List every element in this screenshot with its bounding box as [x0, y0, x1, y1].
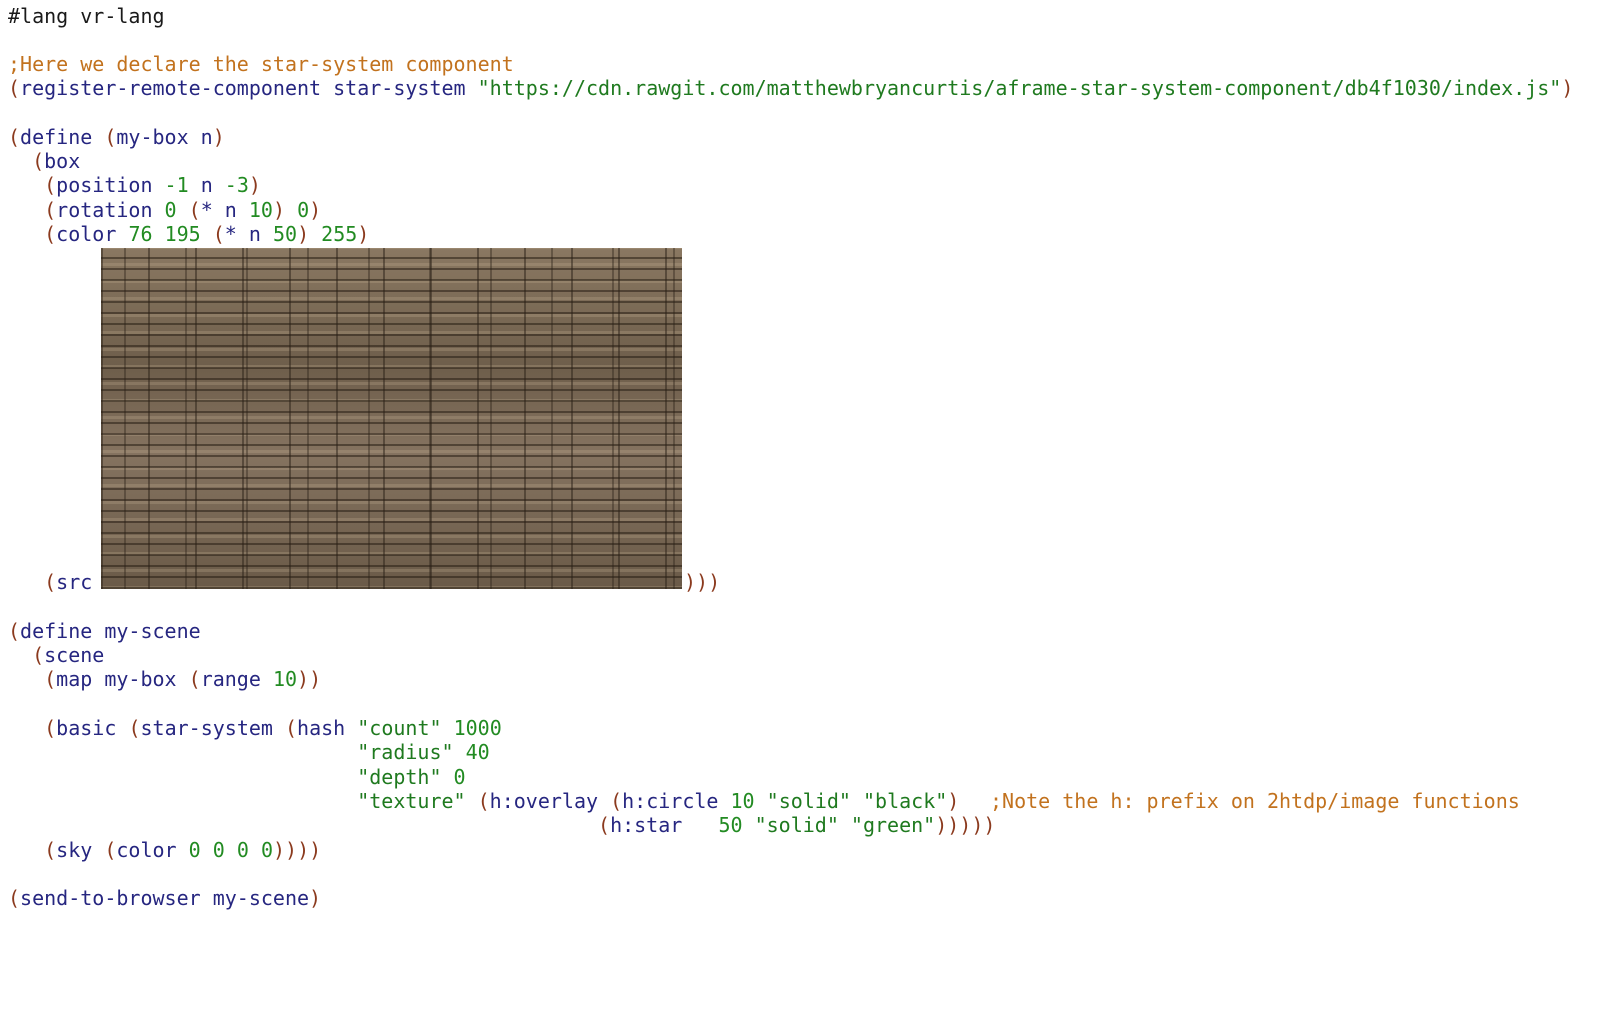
lang-line: #lang vr-lang [8, 4, 165, 28]
sky-g: 0 [212, 838, 225, 862]
depth-line: "depth" 0 [8, 765, 466, 789]
sky-r: 0 [188, 838, 201, 862]
map-keyword: map [56, 667, 93, 691]
multiply-op: * [200, 198, 213, 222]
sky-a: 0 [260, 838, 273, 862]
position-keyword: position [56, 173, 153, 197]
color-keyword: color [56, 222, 117, 246]
send-line: (send-to-browser my-scene) [8, 886, 322, 910]
send-keyword: send-to-browser [20, 886, 201, 910]
note-comment-line: ;Note the h: prefix on 2htdp/image funct… [990, 789, 1520, 813]
count-value: 1000 [453, 716, 502, 740]
range-n: 10 [272, 667, 298, 691]
star-fn: h:star [610, 813, 683, 837]
circle-fn: h:circle [622, 789, 719, 813]
rotation-n: n [224, 198, 237, 222]
rotation-factor: 10 [248, 198, 273, 222]
depth-value: 0 [453, 765, 466, 789]
basic-line: (basic (star-system (hash "count" 1000 [44, 716, 502, 740]
sky-line: (sky (color 0 0 0 0)))) [44, 838, 322, 862]
circle-size: 10 [730, 789, 755, 813]
src-line: (src [44, 570, 93, 594]
comment-text: ;Here we declare the star-system compone… [8, 52, 514, 76]
component-url: "https://cdn.rawgit.com/matthewbryancurt… [477, 76, 1562, 100]
sky-keyword: sky [56, 838, 93, 862]
box-keyword: box [44, 149, 81, 173]
rotation-keyword: rotation [56, 198, 153, 222]
circle-mode: "solid" [766, 789, 851, 813]
define-keyword: define [20, 125, 93, 149]
src-close-parens: ))) [684, 570, 721, 594]
map-fn: my-box [104, 667, 177, 691]
star-line: (h:star 50 "solid" "green"))))) [598, 813, 996, 837]
star-color: "green" [850, 813, 936, 837]
position-y: n [200, 173, 213, 197]
count-key: "count" [357, 716, 442, 740]
comment-line: ;Here we declare the star-system compone… [8, 52, 514, 76]
color-n: n [248, 222, 261, 246]
rotation-line: (rotation 0 (* n 10) 0) [44, 198, 322, 222]
scene-keyword: scene [44, 643, 105, 667]
star-size: 50 [718, 813, 743, 837]
star-mode: "solid" [754, 813, 839, 837]
rotation-x: 0 [164, 198, 177, 222]
texture-key: "texture" [357, 789, 466, 813]
position-x: -1 [164, 173, 189, 197]
radius-key: "radius" [357, 740, 454, 764]
color-line: (color 76 195 (* n 50) 255) [44, 222, 370, 246]
lang-declaration: #lang vr-lang [8, 4, 165, 28]
stone-wall-texture-image [101, 248, 682, 589]
star-system-call: star-system [140, 716, 273, 740]
texture-line: "texture" (h:overlay (h:circle 10 "solid… [357, 789, 960, 813]
color-r: 76 [128, 222, 153, 246]
basic-keyword: basic [56, 716, 117, 740]
color-a: 255 [321, 222, 358, 246]
radius-line: "radius" 40 [8, 740, 490, 764]
radius-value: 40 [465, 740, 490, 764]
sky-color-keyword: color [116, 838, 177, 862]
circle-color: "black" [863, 789, 948, 813]
color-factor: 50 [272, 222, 298, 246]
define-signature: my-box n [116, 125, 213, 149]
position-line: (position -1 n -3) [44, 173, 261, 197]
register-line: (register-remote-component star-system "… [8, 76, 1574, 100]
overlay-fn: h:overlay [489, 789, 599, 813]
hash-keyword: hash [297, 716, 346, 740]
box-line: (box [32, 149, 81, 173]
code-editor[interactable]: #lang vr-lang ;Here we declare the star-… [0, 0, 1608, 942]
define-box-line: (define (my-box n) [8, 125, 225, 149]
src-keyword: src [56, 570, 93, 594]
scene-line: (scene [32, 643, 105, 667]
depth-key: "depth" [357, 765, 442, 789]
position-z: -3 [224, 173, 249, 197]
color-g: 195 [164, 222, 201, 246]
define-keyword: define [20, 619, 93, 643]
send-arg: my-scene [212, 886, 310, 910]
define-scene-line: (define my-scene [8, 619, 201, 643]
rotation-z: 0 [297, 198, 310, 222]
map-line: (map my-box (range 10)) [44, 667, 322, 691]
scene-name: my-scene [104, 619, 201, 643]
range-keyword: range [200, 667, 261, 691]
multiply-op: * [224, 222, 237, 246]
sky-b: 0 [236, 838, 249, 862]
register-fn: register-remote-component [20, 76, 322, 100]
component-name: star-system [333, 76, 466, 100]
note-comment: ;Note the h: prefix on 2htdp/image funct… [990, 789, 1520, 813]
